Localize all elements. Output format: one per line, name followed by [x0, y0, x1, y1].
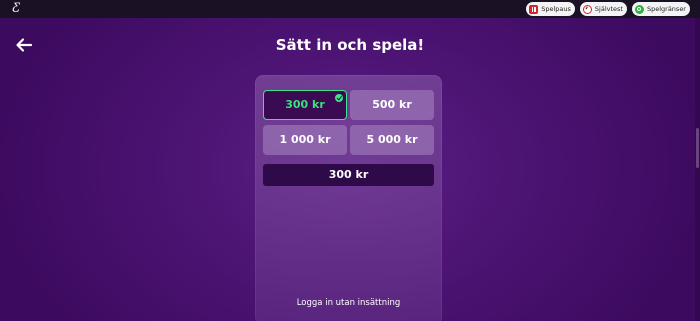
spelgranser-label: Spelgränser	[646, 5, 686, 13]
amount-option-5000[interactable]: 5 000 kr	[350, 125, 434, 155]
login-without-deposit-link[interactable]: Logga in utan insättning	[255, 297, 442, 309]
deposit-card: 300 kr 500 kr 1 000 kr 5 000 kr 300 kr L…	[255, 75, 442, 321]
brand-logo[interactable]: Ƹ	[8, 1, 24, 17]
amount-label: 300 kr	[285, 98, 325, 111]
amount-option-500[interactable]: 500 kr	[350, 90, 434, 120]
amount-label: 500 kr	[372, 98, 412, 111]
amount-label: 5 000 kr	[366, 133, 418, 146]
main-area: Sätt in och spela! 300 kr 500 kr 1 000 k…	[0, 18, 700, 321]
responsible-gaming-links: Spelpaus Självtest Spelgränser	[526, 2, 690, 16]
check-icon	[335, 94, 343, 102]
spelpaus-label: Spelpaus	[541, 5, 571, 13]
page-title: Sätt in och spela!	[275, 36, 425, 54]
scrollbar-thumb[interactable]	[696, 128, 699, 168]
scrollbar[interactable]	[695, 18, 700, 321]
spelgranser-link[interactable]: Spelgränser	[631, 2, 690, 16]
amount-label: 1 000 kr	[279, 133, 331, 146]
amount-option-300[interactable]: 300 kr	[263, 90, 347, 120]
top-bar: Ƹ Spelpaus Självtest Spelgränser	[0, 0, 700, 18]
spelgranser-icon	[634, 4, 644, 14]
deposit-amount-field[interactable]: 300 kr	[263, 164, 434, 186]
sjalvtest-link[interactable]: Självtest	[579, 2, 627, 16]
spelpaus-icon	[529, 4, 539, 14]
sjalvtest-label: Självtest	[594, 5, 623, 13]
sjalvtest-icon	[582, 4, 592, 14]
spelpaus-link[interactable]: Spelpaus	[526, 2, 575, 16]
amount-option-1000[interactable]: 1 000 kr	[263, 125, 347, 155]
